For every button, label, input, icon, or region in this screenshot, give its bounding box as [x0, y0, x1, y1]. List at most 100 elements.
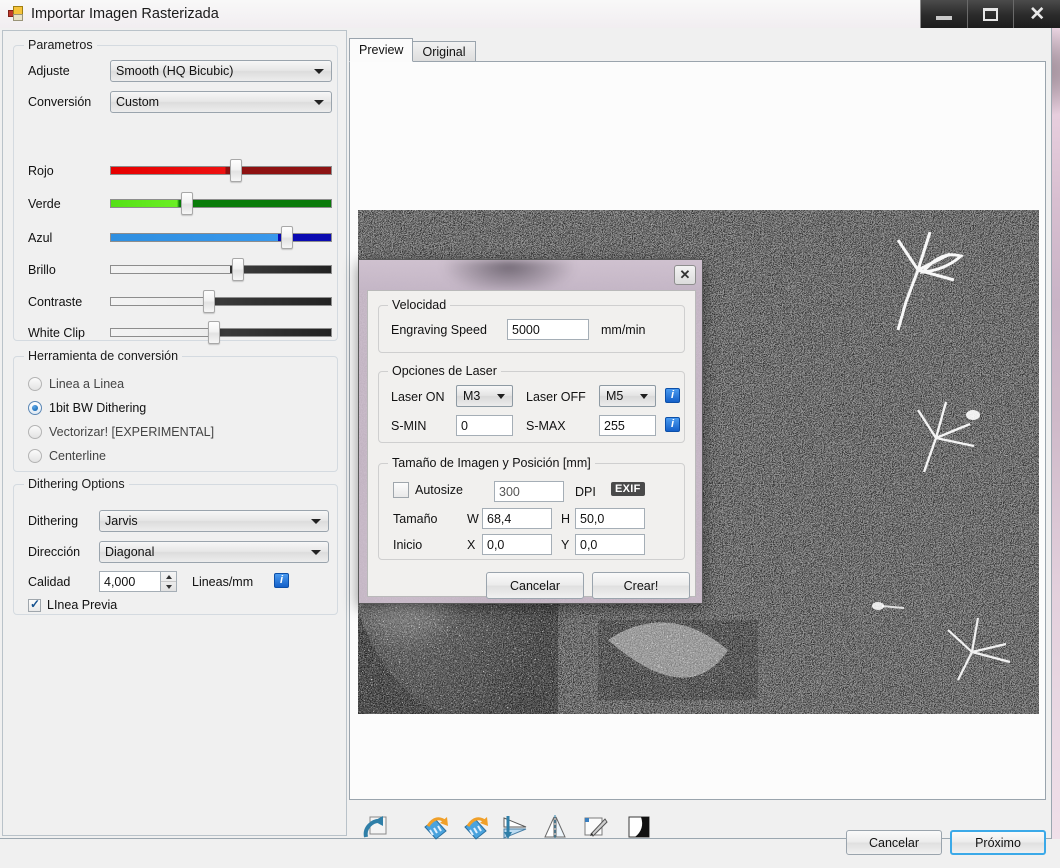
- group-parametros-title: Parametros: [24, 38, 97, 52]
- label-dpi: DPI: [575, 485, 596, 499]
- x-position-input[interactable]: 0,0: [482, 534, 552, 555]
- label-h: H: [561, 512, 571, 526]
- slider-verde-track: [110, 199, 332, 208]
- radio-centerline-label: Centerline: [49, 449, 106, 463]
- slider-brillo[interactable]: [110, 258, 332, 281]
- width-value: 68,4: [487, 511, 512, 526]
- cancelar-button[interactable]: Cancelar: [846, 830, 942, 855]
- proximo-button[interactable]: Próximo: [950, 830, 1046, 855]
- chevron-down-icon: [311, 550, 321, 555]
- info-icon-laser[interactable]: i: [665, 388, 680, 403]
- label-conversion: Conversión: [28, 95, 92, 109]
- stepper-up-icon[interactable]: [161, 572, 176, 582]
- adjuste-value: Smooth (HQ Bicubic): [116, 64, 234, 78]
- chevron-down-icon: [640, 394, 648, 399]
- chevron-down-icon: [314, 100, 324, 105]
- x-position-value: 0,0: [487, 537, 505, 552]
- dialog-crear-label: Crear!: [623, 578, 659, 593]
- smax-input[interactable]: 255: [599, 415, 656, 436]
- dithering-value: Jarvis: [105, 514, 138, 528]
- close-button[interactable]: ✕: [1013, 0, 1060, 28]
- adjuste-combobox[interactable]: Smooth (HQ Bicubic): [110, 60, 332, 82]
- group-dithering-options: Dithering Options Dithering Jarvis Direc…: [13, 477, 338, 615]
- label-tamano: Tamaño: [393, 512, 438, 526]
- slider-azul[interactable]: [110, 226, 332, 249]
- tab-original[interactable]: Original: [412, 41, 476, 62]
- slider-azul-track: [110, 233, 332, 242]
- maximize-button[interactable]: [966, 0, 1014, 28]
- height-input[interactable]: 50,0: [575, 508, 645, 529]
- slider-contraste-track: [110, 297, 332, 306]
- dialog-cancelar-label: Cancelar: [509, 578, 561, 593]
- tab-original-label: Original: [422, 45, 466, 59]
- direccion-combobox[interactable]: Diagonal: [99, 541, 329, 563]
- smin-value: 0: [461, 418, 468, 433]
- dpi-input[interactable]: 300: [494, 481, 564, 502]
- cancelar-button-label: Cancelar: [868, 835, 920, 850]
- stepper-down-icon[interactable]: [161, 582, 176, 591]
- calidad-input[interactable]: 4,000: [99, 571, 161, 592]
- group-velocidad: Velocidad Engraving Speed 5000 mm/min: [378, 298, 685, 353]
- group-parametros: Parametros Adjuste Smooth (HQ Bicubic) C…: [13, 38, 338, 344]
- smin-input[interactable]: 0: [456, 415, 513, 436]
- proximo-button-label: Próximo: [975, 835, 1021, 850]
- info-icon-s-range[interactable]: i: [665, 417, 680, 432]
- label-contraste: Contraste: [28, 295, 83, 309]
- direccion-value: Diagonal: [105, 545, 155, 559]
- info-icon-calidad[interactable]: i: [274, 573, 289, 588]
- exif-badge[interactable]: EXIF: [611, 482, 645, 496]
- linea-previa-checkbox[interactable]: LInea Previa: [28, 597, 117, 612]
- group-opciones-laser-title: Opciones de Laser: [388, 364, 501, 378]
- slider-white-clip-thumb[interactable]: [207, 321, 220, 344]
- group-tamano-title: Tamaño de Imagen y Posición [mm]: [388, 456, 595, 470]
- conversion-combobox[interactable]: Custom: [110, 91, 332, 113]
- slider-white-clip[interactable]: [110, 321, 332, 344]
- radio-vectorizar[interactable]: Vectorizar! [EXPERIMENTAL]: [28, 425, 214, 439]
- calidad-stepper[interactable]: [161, 571, 177, 592]
- dialog-close-button[interactable]: ✕: [674, 265, 696, 285]
- slider-contraste-thumb[interactable]: [203, 290, 216, 313]
- slider-rojo-thumb[interactable]: [229, 159, 242, 182]
- width-input[interactable]: 68,4: [482, 508, 552, 529]
- minimize-button[interactable]: [920, 0, 967, 28]
- slider-contraste[interactable]: [110, 290, 332, 313]
- label-rojo: Rojo: [28, 164, 54, 178]
- engraving-speed-value: 5000: [512, 322, 540, 337]
- dialog-titlebar: [359, 260, 702, 290]
- laser-on-value: M3: [463, 389, 481, 403]
- dithering-combobox[interactable]: Jarvis: [99, 510, 329, 532]
- window-title: Importar Imagen Rasterizada: [31, 6, 219, 22]
- calidad-value: 4,000: [104, 574, 136, 589]
- slider-brillo-track: [110, 265, 332, 274]
- slider-brillo-thumb[interactable]: [232, 258, 245, 281]
- slider-white-clip-track: [110, 328, 332, 337]
- label-x: X: [467, 538, 476, 552]
- autosize-label: Autosize: [415, 483, 463, 497]
- autosize-checkbox[interactable]: Autosize: [393, 482, 463, 498]
- y-position-input[interactable]: 0,0: [575, 534, 645, 555]
- label-laser-on: Laser ON: [391, 390, 445, 404]
- slider-rojo-track: [110, 166, 332, 175]
- laser-on-combobox[interactable]: M3: [456, 385, 513, 407]
- group-opciones-laser: Opciones de Laser Laser ON M3 Laser OFF …: [378, 364, 685, 443]
- label-calidad: Calidad: [28, 575, 71, 589]
- app-window-icon: [8, 6, 24, 22]
- checkbox-icon: [393, 482, 409, 498]
- dialog-crear-button[interactable]: Crear!: [592, 572, 690, 599]
- radio-linea-a-linea[interactable]: Linea a Linea: [28, 377, 124, 391]
- slider-verde[interactable]: [110, 192, 332, 215]
- label-y: Y: [561, 538, 570, 552]
- laser-off-combobox[interactable]: M5: [599, 385, 656, 407]
- radio-centerline[interactable]: Centerline: [28, 449, 106, 463]
- dialog-cancelar-button[interactable]: Cancelar: [486, 572, 584, 599]
- radio-1bit-bw-dithering[interactable]: 1bit BW Dithering: [28, 401, 146, 415]
- slider-rojo[interactable]: [110, 159, 332, 182]
- label-azul: Azul: [28, 231, 53, 245]
- engraving-speed-input[interactable]: 5000: [507, 319, 589, 340]
- tab-preview[interactable]: Preview: [349, 38, 414, 62]
- group-velocidad-title: Velocidad: [388, 298, 451, 312]
- radio-vectorizar-label: Vectorizar! [EXPERIMENTAL]: [49, 425, 215, 439]
- info-icon-glyph: i: [670, 389, 675, 401]
- slider-verde-thumb[interactable]: [181, 192, 194, 215]
- slider-azul-thumb[interactable]: [280, 226, 293, 249]
